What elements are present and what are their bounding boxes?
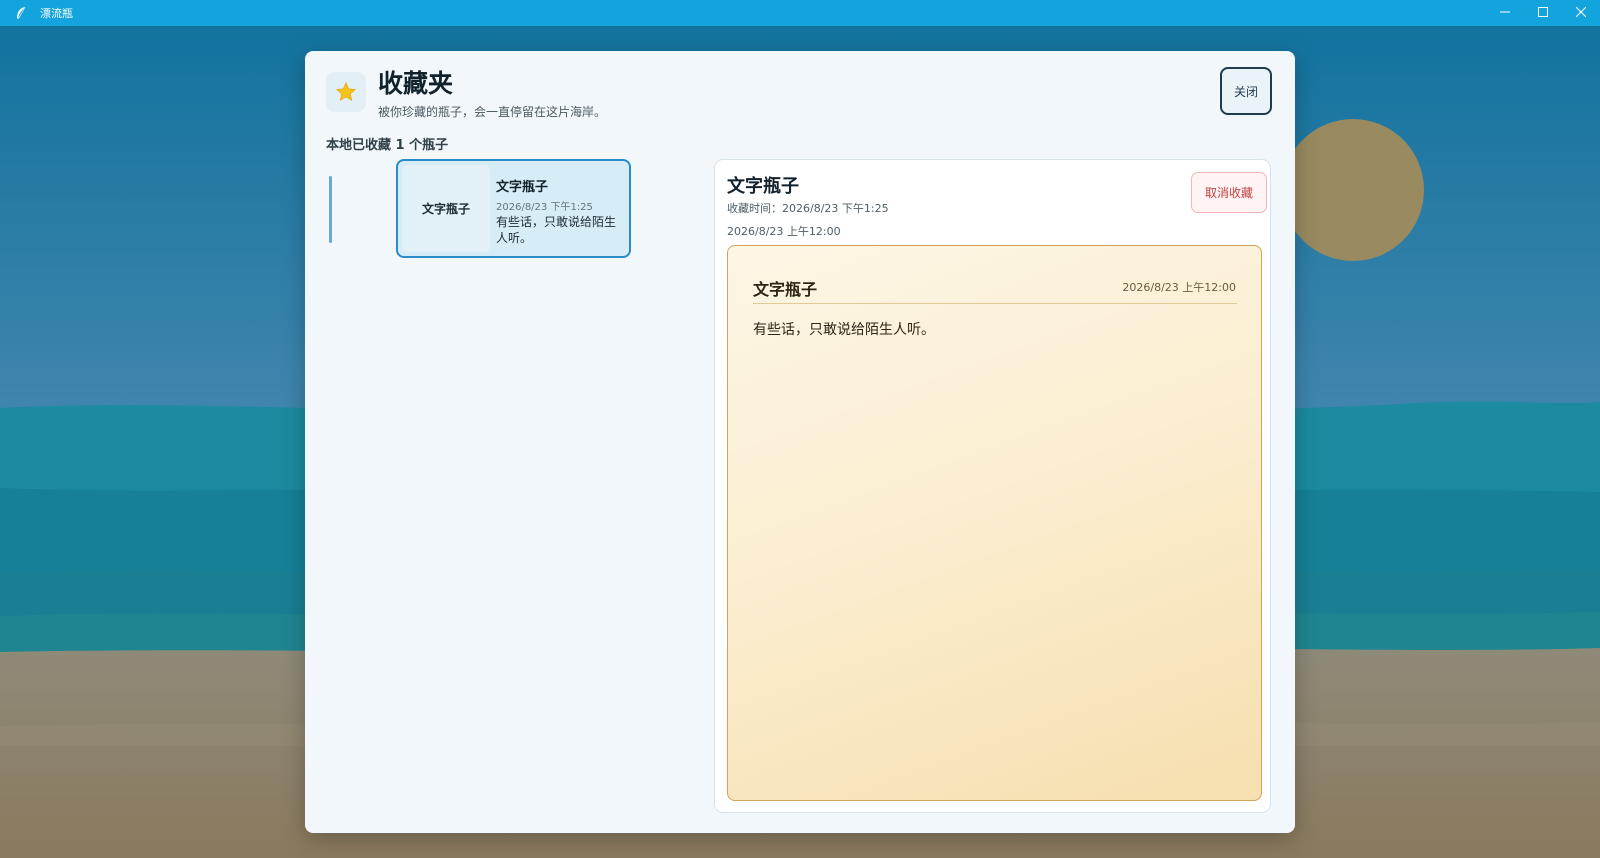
bottle-thumbnail: 文字瓶子 [402, 165, 490, 252]
detail-title: 文字瓶子 [727, 176, 799, 197]
star-icon [326, 72, 366, 112]
list-scrollbar[interactable] [329, 176, 332, 243]
favorites-count: 本地已收藏 1 个瓶子 [326, 138, 449, 153]
bottle-card-title: 文字瓶子 [496, 180, 549, 195]
bottle-card-time: 2026/8/23 下午1:25 [496, 202, 593, 213]
detail-favorited-time: 收藏时间：2026/8/23 下午1:25 [727, 202, 889, 215]
letter-paper: 文字瓶子 2026/8/23 上午12:00 有些话，只敢说给陌生人听。 [727, 245, 1262, 801]
close-icon [1575, 6, 1587, 20]
detail-date: 2026/8/23 上午12:00 [727, 225, 841, 238]
window-close-button[interactable] [1562, 0, 1600, 26]
bottle-card-excerpt: 有些话，只敢说给陌生人听。 [496, 215, 617, 245]
letter-date: 2026/8/23 上午12:00 [1122, 281, 1236, 294]
maximize-button[interactable] [1524, 0, 1562, 26]
favorite-bottle-card[interactable]: 文字瓶子 文字瓶子 2026/8/23 下午1:25 有些话，只敢说给陌生人听。 [396, 159, 631, 258]
letter-divider [753, 303, 1237, 304]
dialog-subtitle: 被你珍藏的瓶子，会一直停留在这片海岸。 [378, 105, 607, 119]
bottle-detail-panel: 文字瓶子 收藏时间：2026/8/23 下午1:25 2026/8/23 上午1… [714, 159, 1271, 813]
letter-body: 有些话，只敢说给陌生人听。 [753, 322, 935, 338]
letter-title: 文字瓶子 [753, 280, 818, 299]
window-title: 漂流瓶 [40, 7, 73, 20]
sun-shape [1282, 119, 1424, 261]
feather-icon [14, 6, 28, 20]
window-titlebar[interactable]: 漂流瓶 [0, 0, 1600, 26]
favorites-dialog: 收藏夹 被你珍藏的瓶子，会一直停留在这片海岸。 关闭 本地已收藏 1 个瓶子 文… [305, 51, 1295, 833]
dialog-title: 收藏夹 [378, 69, 454, 98]
minimize-button[interactable] [1486, 0, 1524, 26]
maximize-icon [1538, 6, 1548, 20]
minimize-icon [1500, 6, 1510, 20]
close-dialog-button[interactable]: 关闭 [1220, 67, 1272, 115]
unfavorite-button[interactable]: 取消收藏 [1191, 172, 1267, 213]
